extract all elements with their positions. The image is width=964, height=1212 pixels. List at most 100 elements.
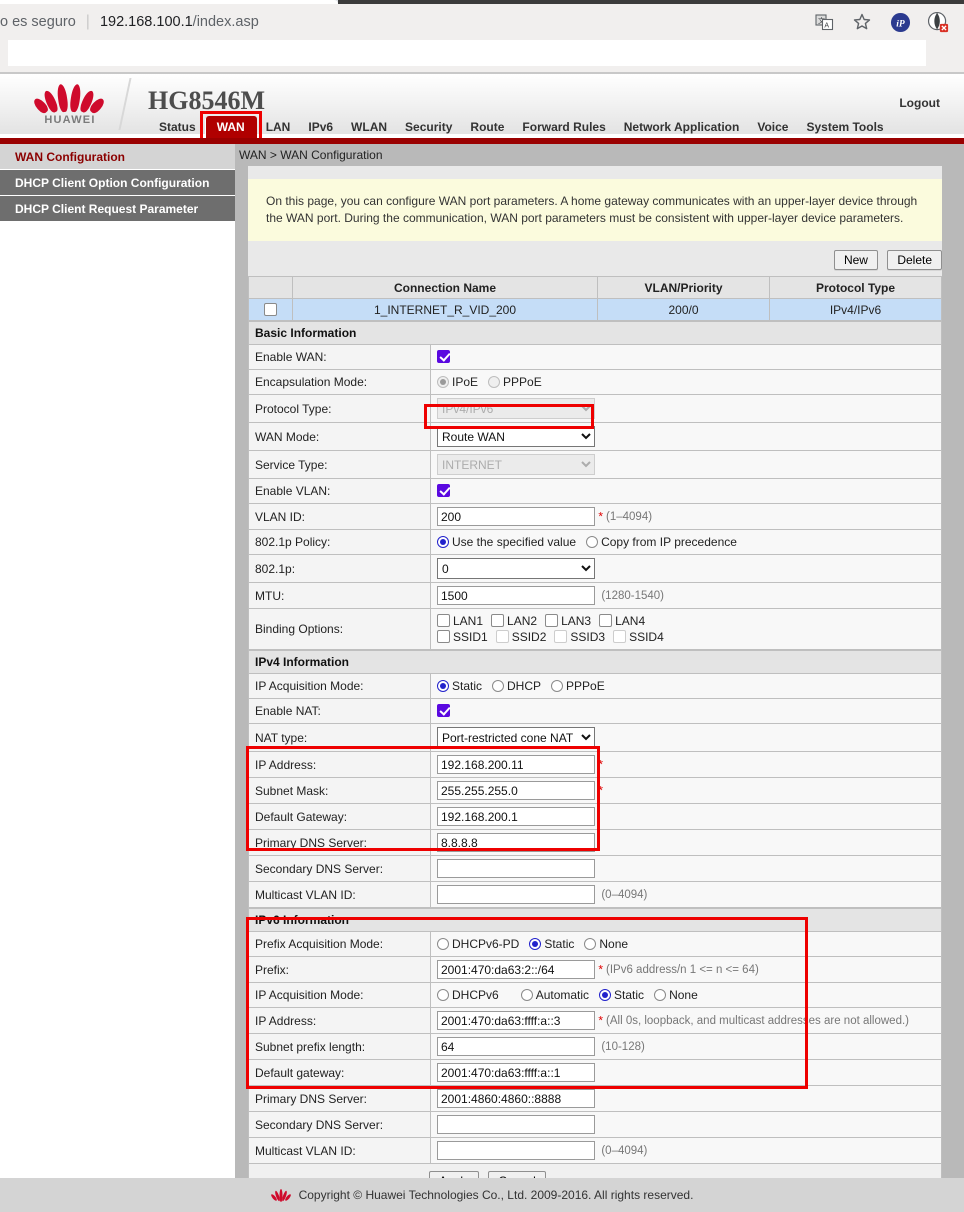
service-type-select[interactable]: INTERNET xyxy=(437,454,595,475)
nav-item-route[interactable]: Route xyxy=(461,116,513,138)
nav-item-wlan[interactable]: WLAN xyxy=(342,116,396,138)
nav-item-ipv6[interactable]: IPv6 xyxy=(299,116,342,138)
translate-icon[interactable]: 文 A xyxy=(812,10,836,34)
lan3-checkbox[interactable] xyxy=(545,614,558,627)
enable-nat-checkbox[interactable] xyxy=(437,704,450,717)
ipv6-prefix-length-input[interactable] xyxy=(437,1037,595,1056)
bookmark-star-icon[interactable] xyxy=(850,10,874,34)
nav-item-list: Status WAN LAN IPv6 WLAN Security Route … xyxy=(150,116,893,138)
8021p-select[interactable]: 0 xyxy=(437,558,595,579)
ipv6-prefix-input[interactable] xyxy=(437,960,595,979)
nav-item-forward-rules[interactable]: Forward Rules xyxy=(513,116,614,138)
nav-item-security[interactable]: Security xyxy=(396,116,461,138)
sidebar-item-wan-configuration[interactable]: WAN Configuration xyxy=(0,144,235,170)
enable-wan-checkbox[interactable] xyxy=(437,350,450,363)
delete-button[interactable]: Delete xyxy=(887,250,942,270)
ssid4-checkbox[interactable] xyxy=(613,630,626,643)
ipv6-ip-address-input[interactable] xyxy=(437,1011,595,1030)
sidebar-item-dhcp-client-request-parameter[interactable]: DHCP Client Request Parameter xyxy=(0,196,235,222)
option-prefix-static[interactable]: Static xyxy=(529,937,574,951)
option-use-specified-value[interactable]: Use the specified value xyxy=(437,535,576,549)
nav-item-status[interactable]: Status xyxy=(150,116,205,138)
ipv4-default-gateway-input[interactable] xyxy=(437,807,595,826)
nav-item-system-tools[interactable]: System Tools xyxy=(797,116,892,138)
ipv6-primary-dns-input[interactable] xyxy=(437,1089,595,1108)
ipv4-dhcp-radio[interactable] xyxy=(492,680,504,692)
ipv6-static-radio[interactable] xyxy=(599,989,611,1001)
logout-link[interactable]: Logout xyxy=(899,96,940,110)
huawei-flower-icon xyxy=(38,82,102,112)
option-ipoe[interactable]: IPoE xyxy=(437,375,478,389)
nav-item-network-application[interactable]: Network Application xyxy=(615,116,749,138)
ipoe-radio[interactable] xyxy=(437,376,449,388)
option-ipv6-none[interactable]: None xyxy=(654,988,698,1002)
ipv4-subnet-mask-input[interactable] xyxy=(437,781,595,800)
ipv4-pppoe-radio[interactable] xyxy=(551,680,563,692)
copy-from-ip-precedence-radio[interactable] xyxy=(586,536,598,548)
option-ssid4[interactable]: SSID4 xyxy=(613,630,664,644)
vlan-id-input[interactable] xyxy=(437,507,595,526)
option-ipv4-dhcp[interactable]: DHCP xyxy=(492,679,541,693)
ipv4-multicast-vlan-id-input[interactable] xyxy=(437,885,595,904)
ipv6-none-radio[interactable] xyxy=(654,989,666,1001)
ipv6-multicast-vlan-id-input[interactable] xyxy=(437,1141,595,1160)
nav-item-wan[interactable]: WAN xyxy=(205,116,257,138)
lan2-checkbox[interactable] xyxy=(491,614,504,627)
pppoe-radio[interactable] xyxy=(488,376,500,388)
option-ssid3[interactable]: SSID3 xyxy=(554,630,605,644)
option-lan3[interactable]: LAN3 xyxy=(545,614,591,628)
option-pppoe[interactable]: PPPoE xyxy=(488,375,542,389)
option-lan4[interactable]: LAN4 xyxy=(599,614,645,628)
option-ipv4-static[interactable]: Static xyxy=(437,679,482,693)
option-dhcpv6-pd[interactable]: DHCPv6-PD xyxy=(437,937,519,951)
extension-blocked-icon[interactable] xyxy=(926,10,950,34)
ipv6-default-gateway-input[interactable] xyxy=(437,1063,595,1082)
sidebar-item-dhcp-client-option-configuration[interactable]: DHCP Client Option Configuration xyxy=(0,170,235,196)
row-select-checkbox[interactable] xyxy=(264,303,277,316)
ipv4-ip-address-input[interactable] xyxy=(437,755,595,774)
option-copy-from-ip-precedence[interactable]: Copy from IP precedence xyxy=(586,535,737,549)
nav-item-voice[interactable]: Voice xyxy=(748,116,797,138)
option-prefix-none[interactable]: None xyxy=(584,937,628,951)
nav-item-lan[interactable]: LAN xyxy=(257,116,300,138)
prefix-none-radio[interactable] xyxy=(584,938,596,950)
automatic-radio[interactable] xyxy=(521,989,533,1001)
ipv4-primary-dns-input[interactable] xyxy=(437,833,595,852)
ssid2-checkbox[interactable] xyxy=(496,630,509,643)
value-ipv4-multicast-vlan-id: (0–4094) xyxy=(431,882,942,908)
ipoe-label: IPoE xyxy=(452,375,478,389)
option-lan2[interactable]: LAN2 xyxy=(491,614,537,628)
use-specified-value-radio[interactable] xyxy=(437,536,449,548)
ssid1-checkbox[interactable] xyxy=(437,630,450,643)
option-ipv4-pppoe[interactable]: PPPoE xyxy=(551,679,605,693)
mtu-input[interactable] xyxy=(437,586,595,605)
protocol-type-select[interactable]: IPv4/IPv6 xyxy=(437,398,595,419)
browser-tab-active[interactable] xyxy=(0,0,338,4)
label-ipv4-subnet-mask: Subnet Mask: xyxy=(249,778,431,804)
option-dhcpv6[interactable]: DHCPv6 xyxy=(437,988,499,1002)
table-row[interactable]: 1_INTERNET_R_VID_200 200/0 IPv4/IPv6 xyxy=(249,299,942,321)
footer-copyright: Copyright © Huawei Technologies Co., Ltd… xyxy=(299,1188,694,1202)
option-ssid1[interactable]: SSID1 xyxy=(437,630,488,644)
lan1-checkbox[interactable] xyxy=(437,614,450,627)
dhcpv6-pd-radio[interactable] xyxy=(437,938,449,950)
dhcpv6-radio[interactable] xyxy=(437,989,449,1001)
nat-type-select[interactable]: Port-restricted cone NAT xyxy=(437,727,595,748)
option-ssid2[interactable]: SSID2 xyxy=(496,630,547,644)
ipv4-secondary-dns-input[interactable] xyxy=(437,859,595,878)
option-automatic[interactable]: Automatic xyxy=(521,988,589,1002)
prefix-static-radio[interactable] xyxy=(529,938,541,950)
wan-mode-select[interactable]: Route WAN xyxy=(437,426,595,447)
ipv4-static-radio[interactable] xyxy=(437,680,449,692)
ipv6-secondary-dns-input[interactable] xyxy=(437,1115,595,1134)
new-button[interactable]: New xyxy=(834,250,878,270)
ssid3-checkbox[interactable] xyxy=(554,630,567,643)
svg-text:A: A xyxy=(824,22,829,29)
vlan-id-required-mark: * xyxy=(598,510,603,524)
ip-extension-icon[interactable]: iP xyxy=(888,10,912,34)
address-bar[interactable]: o es seguro | 192.168.100.1/index.asp xyxy=(0,8,812,36)
lan4-checkbox[interactable] xyxy=(599,614,612,627)
enable-vlan-checkbox[interactable] xyxy=(437,484,450,497)
option-lan1[interactable]: LAN1 xyxy=(437,614,483,628)
option-ipv6-static[interactable]: Static xyxy=(599,988,644,1002)
